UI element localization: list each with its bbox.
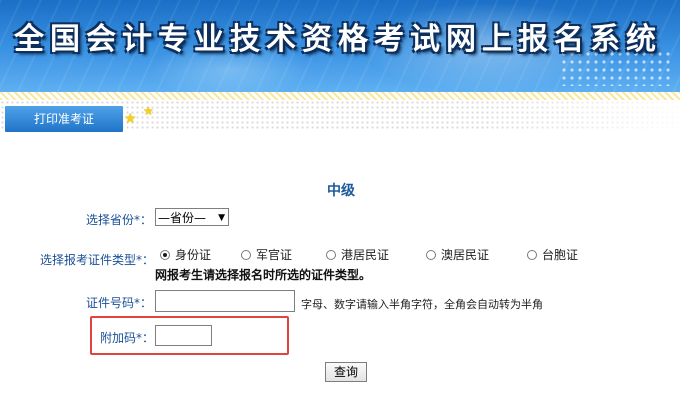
- banner-stripe: [0, 92, 680, 100]
- star-icon: ★: [143, 104, 154, 118]
- radio-icon[interactable]: [326, 249, 336, 260]
- site-title: 全国会计专业技术资格考试网上报名系统: [14, 22, 662, 57]
- id-number-label: 证件号码*：: [86, 296, 153, 310]
- id-number-hint: 字母、数字请输入半角字符，全角会自动转为半角: [301, 298, 543, 311]
- id-type-label: 选择报考证件类型*：: [40, 253, 155, 267]
- radio-icon[interactable]: [241, 249, 251, 260]
- province-label: 选择省份*：: [86, 213, 153, 227]
- id-type-radio-hk[interactable]: 港居民证: [326, 246, 389, 263]
- id-type-note: 网报考生请选择报名时所选的证件类型。: [155, 268, 372, 282]
- province-select[interactable]: —省份— ▼: [155, 208, 229, 226]
- id-number-input[interactable]: [155, 290, 295, 312]
- id-type-radio-id-card[interactable]: 身份证: [160, 246, 211, 263]
- id-type-radio-military[interactable]: 军官证: [241, 246, 292, 263]
- header-banner: 全国会计专业技术资格考试网上报名系统: [0, 0, 680, 92]
- tab-print-admission-ticket[interactable]: 打印准考证: [5, 106, 123, 132]
- id-type-radio-macau[interactable]: 澳居民证: [426, 246, 489, 263]
- query-button[interactable]: 查询: [325, 362, 367, 382]
- id-type-radio-taiwan[interactable]: 台胞证: [527, 246, 578, 263]
- star-icon: ★: [124, 111, 137, 127]
- radio-selected-icon[interactable]: [160, 249, 170, 260]
- radio-icon[interactable]: [426, 249, 436, 260]
- captcha-highlight-box: [90, 316, 289, 355]
- dropdown-arrow-icon: ▼: [218, 213, 225, 223]
- level-title: 中级: [327, 183, 355, 199]
- radio-icon[interactable]: [527, 249, 537, 260]
